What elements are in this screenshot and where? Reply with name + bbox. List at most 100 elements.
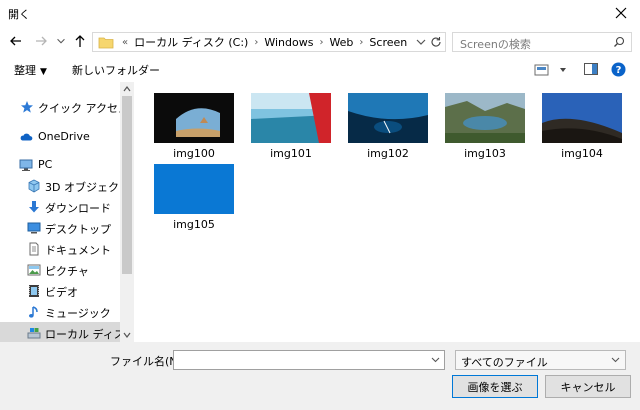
file-name: img102 [367, 147, 409, 160]
scrollbar-thumb[interactable] [122, 96, 132, 274]
title-bar: 開く [0, 0, 640, 28]
close-icon[interactable] [612, 4, 630, 22]
image-thumbnail [154, 164, 234, 214]
sidebar-item-pictures[interactable]: ピクチャ [0, 259, 120, 280]
image-thumbnail [542, 93, 622, 143]
window-title: 開く [8, 8, 30, 21]
folder-icon [98, 37, 114, 48]
file-item[interactable]: img102 [348, 93, 434, 160]
pictures-icon [27, 264, 41, 276]
navigation-pane: クイック アクセス OneDrive PC 3D オブジェクト [0, 82, 134, 343]
breadcrumb-item[interactable]: Screen [369, 36, 407, 49]
arrow-left-icon [10, 36, 21, 46]
sidebar-item-quick-access[interactable]: クイック アクセス [0, 96, 120, 117]
file-type-value: すべてのファイル [461, 356, 548, 369]
new-folder-button[interactable]: 新しいフォルダー [72, 62, 160, 78]
dialog-footer: ファイル名(N): すべてのファイル 画像を選ぶ キャンセル [0, 342, 640, 410]
file-list: img100 img101 img102 img103 img104 img10… [134, 82, 640, 342]
back-button[interactable] [7, 31, 25, 51]
sidebar-item-label: デスクトップ [45, 223, 111, 236]
sidebar-item-pc[interactable]: PC [0, 154, 120, 175]
chevron-down-icon[interactable] [122, 330, 132, 340]
command-bar: 整理 ▼ 新しいフォルダー ? [0, 58, 640, 82]
sidebar-item-downloads[interactable]: ダウンロード [0, 196, 120, 217]
breadcrumb-separator-icon: › [254, 36, 259, 48]
chevron-up-icon[interactable] [122, 84, 132, 94]
file-item[interactable]: img105 [154, 164, 240, 231]
breadcrumb-item[interactable]: Web [329, 36, 353, 49]
breadcrumb-item[interactable]: Windows [264, 36, 313, 49]
document-icon [29, 242, 39, 256]
sidebar-item-music[interactable]: ミュージック [0, 301, 120, 322]
image-thumbnail [445, 93, 525, 143]
music-icon [29, 306, 38, 318]
view-options-icon[interactable] [534, 63, 570, 77]
sidebar-item-videos[interactable]: ビデオ [0, 280, 120, 301]
up-button[interactable] [71, 31, 89, 51]
image-thumbnail [251, 93, 331, 143]
image-thumbnail [348, 93, 428, 143]
svg-text:?: ? [616, 65, 622, 76]
file-type-select[interactable]: すべてのファイル [455, 350, 626, 370]
filename-field[interactable] [173, 350, 445, 370]
sidebar-item-3d-objects[interactable]: 3D オブジェクト [0, 175, 120, 196]
sidebar-item-label: ビデオ [45, 286, 78, 299]
search-placeholder: Screenの検索 [460, 38, 531, 51]
sidebar-item-label: PC [38, 158, 53, 171]
sidebar-item-label: ピクチャ [45, 265, 89, 278]
sidebar-item-desktop[interactable]: デスクトップ [0, 217, 120, 238]
file-name: img100 [173, 147, 215, 160]
file-name: img105 [173, 218, 215, 231]
navigation-tree: クイック アクセス OneDrive PC 3D オブジェクト [0, 96, 120, 343]
overflow-chevron[interactable]: « [122, 37, 128, 48]
chevron-down-icon: ▼ [40, 67, 47, 77]
navigation-scrollbar[interactable] [120, 82, 134, 342]
video-icon [29, 285, 39, 297]
file-item[interactable]: img104 [542, 93, 628, 160]
preview-pane-icon[interactable] [584, 63, 598, 75]
download-icon [29, 201, 39, 213]
cloud-icon [20, 133, 33, 141]
star-icon [21, 101, 33, 113]
breadcrumb-separator-icon: › [359, 36, 364, 48]
chevron-down-icon [57, 38, 65, 44]
help-icon[interactable]: ? [611, 62, 626, 77]
file-item[interactable]: img103 [445, 93, 531, 160]
forward-button[interactable] [32, 31, 50, 51]
arrow-up-icon [75, 35, 85, 47]
3d-objects-icon [28, 179, 40, 193]
file-name: img104 [561, 147, 603, 160]
drive-icon [27, 328, 41, 339]
cancel-button[interactable]: キャンセル [545, 375, 631, 398]
file-item[interactable]: img101 [251, 93, 337, 160]
navigation-row: « ローカル ディスク (C:) › Windows › Web › Scree… [0, 28, 640, 56]
desktop-icon [27, 222, 41, 234]
organize-button[interactable]: 整理 ▼ [14, 62, 47, 78]
sidebar-item-documents[interactable]: ドキュメント [0, 238, 120, 259]
recent-locations-button[interactable] [55, 31, 67, 51]
sidebar-item-label: ダウンロード [45, 202, 111, 215]
search-input[interactable]: Screenの検索 [452, 32, 632, 52]
sidebar-item-label: ミュージック [45, 307, 111, 320]
chevron-down-icon[interactable] [415, 36, 427, 48]
sidebar-item-label: OneDrive [38, 130, 90, 143]
breadcrumb: « ローカル ディスク (C:) › Windows › Web › Scree… [122, 34, 407, 50]
file-name: img101 [270, 147, 312, 160]
sidebar-item-local-disk[interactable]: ローカル ディスク (C:) [0, 322, 120, 343]
sidebar-item-label: クイック アクセス [38, 102, 120, 115]
breadcrumb-separator-icon: › [319, 36, 324, 48]
sidebar-item-label: ドキュメント [45, 244, 111, 257]
refresh-icon[interactable] [430, 36, 442, 48]
image-thumbnail [154, 93, 234, 143]
file-item[interactable]: img100 [154, 93, 240, 160]
sidebar-item-onedrive[interactable]: OneDrive [0, 126, 120, 147]
chevron-down-icon[interactable] [430, 354, 441, 365]
address-bar[interactable]: « ローカル ディスク (C:) › Windows › Web › Scree… [92, 32, 446, 52]
open-button[interactable]: 画像を選ぶ [452, 375, 538, 398]
breadcrumb-item[interactable]: ローカル ディスク (C:) [134, 34, 248, 50]
search-icon[interactable] [613, 36, 625, 48]
file-name: img103 [464, 147, 506, 160]
pc-icon [19, 159, 33, 171]
